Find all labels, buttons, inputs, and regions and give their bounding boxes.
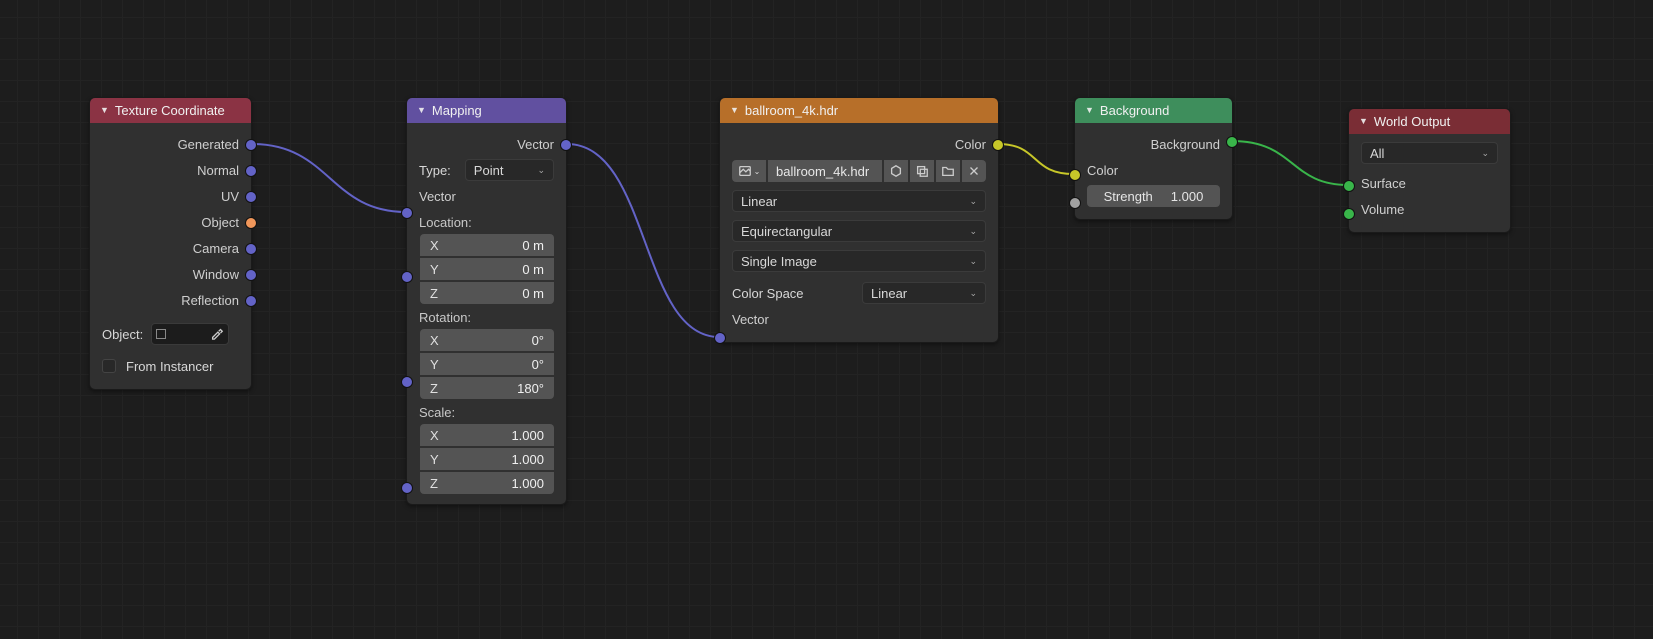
chevron-down-icon: ⌄ bbox=[1481, 148, 1489, 159]
input-vector: Vector bbox=[732, 312, 986, 327]
socket-normal[interactable] bbox=[245, 165, 257, 177]
input-vector: Vector bbox=[419, 189, 554, 204]
socket-camera[interactable] bbox=[245, 243, 257, 255]
target-dropdown[interactable]: All⌄ bbox=[1361, 142, 1498, 164]
location-x[interactable]: X0 m bbox=[420, 234, 554, 256]
duplicate-button[interactable] bbox=[910, 160, 934, 182]
node-header[interactable]: ▼ ballroom_4k.hdr bbox=[720, 98, 998, 123]
node-title: World Output bbox=[1374, 109, 1450, 134]
interpolation-dropdown[interactable]: Linear⌄ bbox=[732, 190, 986, 212]
input-color: Color bbox=[1087, 163, 1220, 178]
object-label: Object: bbox=[102, 327, 143, 342]
socket-in-color[interactable] bbox=[1069, 169, 1081, 181]
output-vector: Vector bbox=[419, 137, 554, 152]
chevron-down-icon: ⌄ bbox=[969, 256, 977, 267]
chevron-down-icon: ⌄ bbox=[537, 165, 545, 176]
scale-y[interactable]: Y1.000 bbox=[420, 448, 554, 470]
chevron-down-icon: ⌄ bbox=[969, 226, 977, 237]
image-name-field[interactable]: ballroom_4k.hdr bbox=[768, 160, 882, 182]
location-label: Location: bbox=[419, 215, 554, 230]
socket-out-background[interactable] bbox=[1226, 136, 1238, 148]
socket-in-strength[interactable] bbox=[1069, 197, 1081, 209]
node-title: Mapping bbox=[432, 98, 482, 123]
output-background: Background bbox=[1087, 137, 1220, 152]
rotation-y[interactable]: Y0° bbox=[420, 353, 554, 375]
projection-dropdown[interactable]: Equirectangular⌄ bbox=[732, 220, 986, 242]
colorspace-label: Color Space bbox=[732, 286, 852, 301]
chevron-down-icon: ⌄ bbox=[754, 167, 761, 176]
open-file-button[interactable] bbox=[936, 160, 960, 182]
node-background[interactable]: ▼ Background Background Color Strength 1… bbox=[1074, 97, 1233, 220]
output-reflection: Reflection bbox=[102, 293, 239, 308]
node-header[interactable]: ▼ Mapping bbox=[407, 98, 566, 123]
input-volume: Volume bbox=[1361, 202, 1498, 217]
node-title: ballroom_4k.hdr bbox=[745, 98, 838, 123]
from-instancer-checkbox[interactable] bbox=[102, 359, 116, 373]
socket-window[interactable] bbox=[245, 269, 257, 281]
socket-in-surface[interactable] bbox=[1343, 180, 1355, 192]
output-generated: Generated bbox=[102, 137, 239, 152]
socket-out-color[interactable] bbox=[992, 139, 1004, 151]
rotation-x[interactable]: X0° bbox=[420, 329, 554, 351]
socket-object[interactable] bbox=[245, 217, 257, 229]
socket-in-scale[interactable] bbox=[401, 482, 413, 494]
chevron-down-icon: ⌄ bbox=[969, 196, 977, 207]
strength-field[interactable]: Strength 1.000 bbox=[1087, 185, 1220, 207]
object-picker[interactable] bbox=[151, 323, 229, 345]
node-texture-coordinate[interactable]: ▼ Texture Coordinate Generated Normal UV… bbox=[89, 97, 252, 390]
socket-in-vector[interactable] bbox=[714, 332, 726, 344]
output-object: Object bbox=[102, 215, 239, 230]
collapse-icon: ▼ bbox=[417, 98, 426, 123]
chevron-down-icon: ⌄ bbox=[969, 288, 977, 299]
scale-z[interactable]: Z1.000 bbox=[420, 472, 554, 494]
output-uv: UV bbox=[102, 189, 239, 204]
node-world-output[interactable]: ▼ World Output All⌄ Surface Volume bbox=[1348, 108, 1511, 233]
source-dropdown[interactable]: Single Image⌄ bbox=[732, 250, 986, 272]
socket-in-vector[interactable] bbox=[401, 207, 413, 219]
node-header[interactable]: ▼ Background bbox=[1075, 98, 1232, 123]
colorspace-dropdown[interactable]: Linear⌄ bbox=[862, 282, 986, 304]
output-color: Color bbox=[732, 137, 986, 152]
output-camera: Camera bbox=[102, 241, 239, 256]
socket-in-volume[interactable] bbox=[1343, 208, 1355, 220]
socket-in-location[interactable] bbox=[401, 271, 413, 283]
node-title: Background bbox=[1100, 98, 1169, 123]
location-z[interactable]: Z0 m bbox=[420, 282, 554, 304]
socket-in-rotation[interactable] bbox=[401, 376, 413, 388]
socket-generated[interactable] bbox=[245, 139, 257, 151]
scale-x[interactable]: X1.000 bbox=[420, 424, 554, 446]
type-dropdown[interactable]: Point ⌄ bbox=[465, 159, 554, 181]
input-surface: Surface bbox=[1361, 176, 1498, 191]
node-header[interactable]: ▼ Texture Coordinate bbox=[90, 98, 251, 123]
socket-out-vector[interactable] bbox=[560, 139, 572, 151]
scale-label: Scale: bbox=[419, 405, 554, 420]
collapse-icon: ▼ bbox=[730, 98, 739, 123]
object-icon bbox=[156, 329, 166, 339]
from-instancer-label: From Instancer bbox=[126, 359, 213, 374]
rotation-label: Rotation: bbox=[419, 310, 554, 325]
node-header[interactable]: ▼ World Output bbox=[1349, 109, 1510, 134]
rotation-z[interactable]: Z180° bbox=[420, 377, 554, 399]
collapse-icon: ▼ bbox=[100, 98, 109, 123]
node-mapping[interactable]: ▼ Mapping Vector Type: Point ⌄ Vector Lo… bbox=[406, 97, 567, 505]
eyedropper-icon[interactable] bbox=[210, 326, 224, 343]
location-y[interactable]: Y0 m bbox=[420, 258, 554, 280]
fake-user-button[interactable] bbox=[884, 160, 908, 182]
collapse-icon: ▼ bbox=[1359, 109, 1368, 134]
collapse-icon: ▼ bbox=[1085, 98, 1094, 123]
output-normal: Normal bbox=[102, 163, 239, 178]
socket-uv[interactable] bbox=[245, 191, 257, 203]
image-browse-button[interactable]: ⌄ bbox=[732, 160, 766, 182]
socket-reflection[interactable] bbox=[245, 295, 257, 307]
node-title: Texture Coordinate bbox=[115, 98, 225, 123]
type-label: Type: bbox=[419, 163, 451, 178]
node-environment-texture[interactable]: ▼ ballroom_4k.hdr Color ⌄ ballroom_4k.hd… bbox=[719, 97, 999, 343]
output-window: Window bbox=[102, 267, 239, 282]
unlink-button[interactable] bbox=[962, 160, 986, 182]
